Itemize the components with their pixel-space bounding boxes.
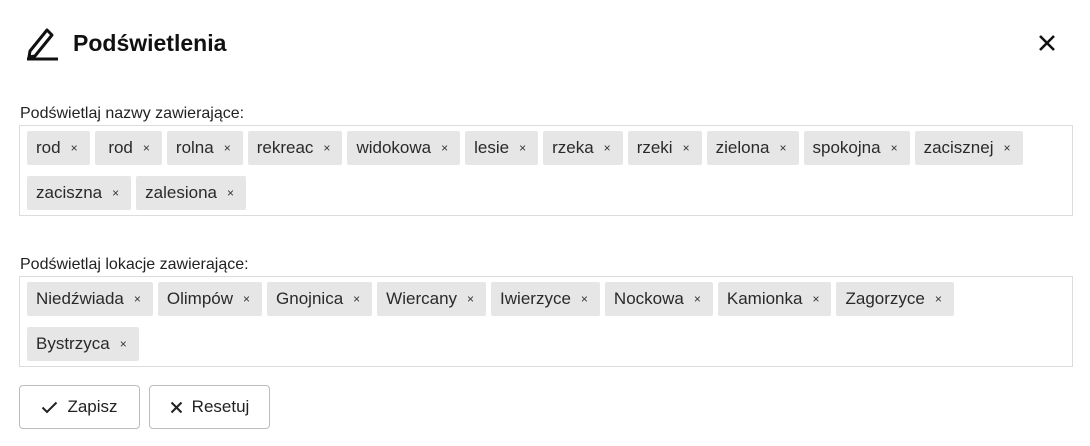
pencil-icon [27,28,58,61]
tag-chip: zielona × [706,131,799,165]
tag-remove-icon[interactable]: × [683,142,690,154]
x-icon [170,401,182,413]
tag-label: Olimpów [166,289,234,308]
tag-remove-icon[interactable]: × [243,293,250,305]
tag-chip: Wiercany × [377,282,487,316]
tag-remove-icon[interactable]: × [71,142,78,154]
tag-remove-icon[interactable]: × [604,142,611,154]
tag-chip: rod × [27,131,90,165]
tag-chip: Olimpów × [157,282,263,316]
tag-remove-icon[interactable]: × [812,293,819,305]
names-tag-input[interactable]: rod × rod × rolna × rekreac × widokowa × lesie × rz… [19,125,1073,216]
tag-chip: rod × [94,131,162,165]
dialog-header: Podświetlenia [0,0,1090,86]
tag-chip: Kamionka × [717,282,832,316]
dialog-title: Podświetlenia [73,30,227,56]
tag-label: Niedźwiada [36,289,124,308]
tag-remove-icon[interactable]: × [227,187,234,199]
tag-chip: Gnojnica × [267,282,373,316]
tag-label: zacisznej [923,138,994,157]
tag-chip: rzeka × [543,131,623,165]
locations-section-label: Podświetlaj lokacje zawierające: [20,256,249,273]
tag-chip: Iwierzyce × [491,282,600,316]
close-icon[interactable] [1034,30,1060,56]
tag-chip: zacisznej × [914,131,1023,165]
tag-remove-icon[interactable]: × [441,142,448,154]
tag-remove-icon[interactable]: × [134,293,141,305]
tag-remove-icon[interactable]: × [112,187,119,199]
tag-chip: zaciszna × [27,176,132,210]
tag-remove-icon[interactable]: × [224,142,231,154]
tag-label: Zagorzyce [845,289,925,308]
tag-label: spokojna [812,138,881,157]
tag-label: Iwierzyce [500,289,571,308]
tag-chip: zalesiona × [136,176,246,210]
tag-chip: Niedźwiada × [27,282,153,316]
reset-button-label: Resetuj [191,397,250,416]
save-button[interactable]: Zapisz [19,385,140,429]
tag-remove-icon[interactable]: × [323,142,330,154]
tag-chip: rekreac × [247,131,343,165]
tag-label: rzeki [636,138,673,157]
tag-chip: lesie × [465,131,539,165]
tag-chip: Bystrzyca × [27,327,139,361]
tag-label: zielona [715,138,770,157]
tag-chip: rzeki × [627,131,702,165]
tag-remove-icon[interactable]: × [581,293,588,305]
tag-label: zalesiona [145,183,217,202]
tag-label: Wiercany [386,289,458,308]
tag-label: Gnojnica [276,289,344,308]
check-icon [42,401,58,413]
tag-label: rekreac [256,138,314,157]
tag-label: rod [36,138,61,157]
tag-remove-icon[interactable]: × [353,293,360,305]
tag-label: rod [103,138,133,157]
tag-label: lesie [474,138,510,157]
reset-button[interactable]: Resetuj [149,385,270,429]
tag-chip: widokowa × [347,131,461,165]
tag-chip: spokojna × [803,131,910,165]
tag-remove-icon[interactable]: × [143,142,150,154]
tag-label: Bystrzyca [36,334,110,353]
save-button-label: Zapisz [67,397,118,416]
tag-remove-icon[interactable]: × [891,142,898,154]
tag-chip: Nockowa × [604,282,713,316]
tag-remove-icon[interactable]: × [694,293,701,305]
tag-label: rzeka [552,138,594,157]
tag-label: widokowa [356,138,432,157]
tag-chip: Zagorzyce × [836,282,954,316]
tag-remove-icon[interactable]: × [779,142,786,154]
tag-remove-icon[interactable]: × [467,293,474,305]
tag-label: Nockowa [613,289,684,308]
tag-remove-icon[interactable]: × [519,142,526,154]
tag-label: zaciszna [36,183,103,202]
locations-tag-input[interactable]: Niedźwiada × Olimpów × Gnojnica × Wiercany × Iwi… [19,276,1073,367]
tag-remove-icon[interactable]: × [1004,142,1011,154]
tag-chip: rolna × [166,131,243,165]
tag-label: rolna [175,138,214,157]
tag-label: Kamionka [726,289,803,308]
tag-remove-icon[interactable]: × [120,338,127,350]
names-section-label: Podświetlaj nazwy zawierające: [20,105,245,122]
tag-remove-icon[interactable]: × [935,293,942,305]
